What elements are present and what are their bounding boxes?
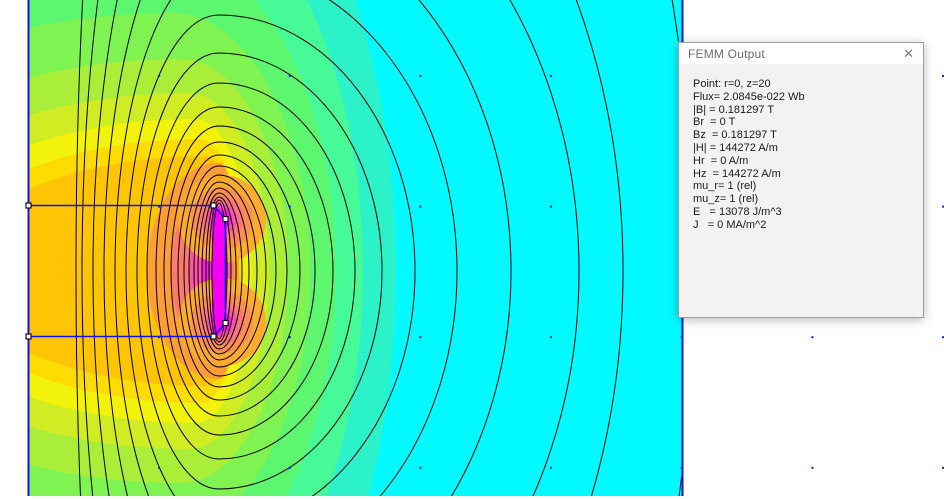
output-line-j: J = 0 MA/m^2	[693, 218, 767, 231]
window-body: Point: r=0, z=20 Flux= 2.0845e-022 Wb |B…	[679, 64, 923, 232]
output-line-bmag: |B| = 0.181297 T	[693, 103, 775, 116]
window-title: FEMM Output	[688, 46, 765, 61]
output-line-flux: Flux= 2.0845e-022 Wb	[693, 90, 805, 103]
output-line-muz: mu_z= 1 (rel)	[693, 193, 759, 206]
femm-output-window[interactable]: FEMM Output ✕ Point: r=0, z=20 Flux= 2.0…	[678, 42, 924, 318]
output-line-hz: Hz = 144272 A/m	[693, 167, 781, 180]
output-line-hr: Hr = 0 A/m	[693, 154, 749, 167]
output-line-point: Point: r=0, z=20	[693, 78, 771, 90]
close-icon[interactable]: ✕	[903, 47, 914, 60]
output-line-bz: Bz = 0.181297 T	[693, 129, 777, 142]
output-line-br: Br = 0 T	[693, 116, 736, 129]
output-line-e: E = 13078 J/m^3	[693, 205, 782, 218]
output-line-hmag: |H| = 144272 A/m	[693, 141, 778, 154]
output-line-mur: mu_r= 1 (rel)	[693, 180, 757, 193]
window-titlebar[interactable]: FEMM Output ✕	[679, 43, 923, 64]
femm-workspace: FEMM Output ✕ Point: r=0, z=20 Flux= 2.0…	[0, 0, 944, 499]
